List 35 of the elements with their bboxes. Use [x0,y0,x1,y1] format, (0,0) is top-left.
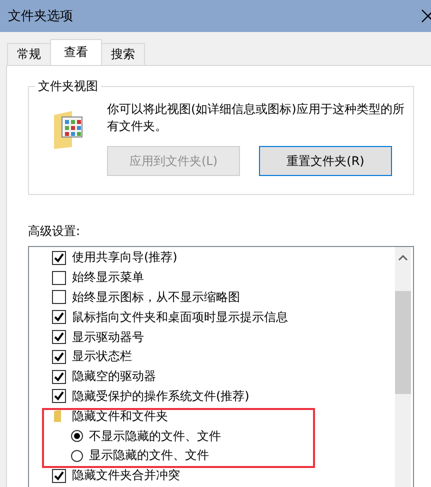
setting-label: 始终显示图标，从不显示缩略图 [72,288,240,306]
tab[interactable]: 常规 [7,43,51,65]
setting-label: 隐藏空的驱动器 [72,368,156,386]
description-text: 你可以将此视图(如详细信息或图标)应用于这种类型的所有文件夹。 [107,101,406,135]
scroll-up-icon[interactable] [398,255,408,261]
tab[interactable]: 搜索 [101,43,145,65]
tab[interactable]: 查看 [50,39,102,65]
checkbox[interactable] [52,310,66,324]
setting-label: 隐藏文件夹合并冲突 [72,467,180,484]
setting-label: 显示状态栏 [72,348,132,366]
setting-label: 显示驱动器号 [72,328,144,346]
setting-group-label: 隐藏文件和文件夹 [72,408,168,425]
window-title: 文件夹选项 [8,8,73,25]
setting-label: 鼠标指向文件夹和桌面项时显示提示信息 [72,308,288,326]
checkbox[interactable] [52,270,66,285]
checkbox[interactable] [52,389,66,404]
section-label: 高级设置: [28,223,82,240]
checkbox[interactable] [52,290,66,304]
scrollbar[interactable] [395,247,411,487]
radio-button[interactable] [71,450,83,462]
setting-label: 隐藏受保护的操作系统文件(推荐) [72,388,250,405]
checkbox[interactable] [52,370,66,384]
setting-label: 始终显示菜单 [72,269,144,286]
radio-label: 不显示隐藏的文件、文件 [89,428,221,445]
folder-icon [52,111,84,149]
checkbox[interactable] [52,330,66,344]
folder-button[interactable]: 重置文件夹(R) [259,146,392,176]
close-icon[interactable] [421,9,431,23]
group-title: 文件夹视图 [35,78,101,95]
radio-button[interactable] [71,430,83,442]
radio-label: 显示隐藏的文件、文件 [89,447,209,464]
setting-label: 使用共享向导(推荐) [72,249,178,266]
checkbox[interactable] [52,350,66,364]
checkbox[interactable] [52,468,66,483]
checkbox[interactable] [52,250,66,265]
